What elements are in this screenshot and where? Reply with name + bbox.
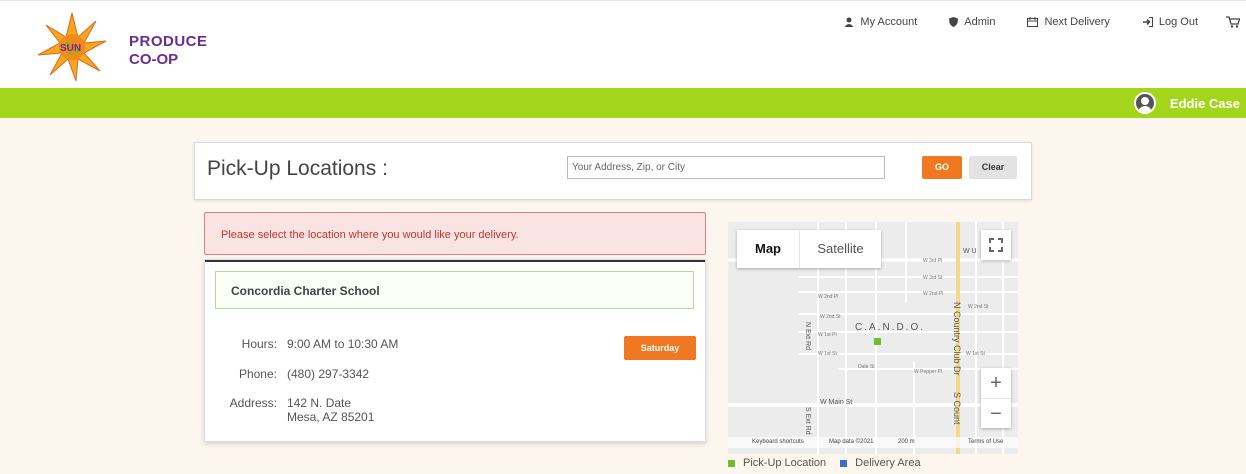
shopping-cart-icon (1226, 16, 1240, 28)
map-tab[interactable]: Map (737, 230, 799, 268)
legend-pickup: Pick-Up Location (728, 457, 826, 469)
phone-value: (480) 297-3342 (287, 367, 370, 381)
keyboard-shortcuts-link[interactable]: Keyboard shortcuts (752, 439, 804, 445)
logo-sun-text: SUN (60, 43, 81, 54)
cart-link[interactable] (1226, 16, 1246, 28)
svg-text:W 3rd St: W 3rd St (923, 275, 943, 281)
svg-text:W 2nd Pl: W 2nd Pl (818, 294, 838, 300)
svg-text:W 2nd St: W 2nd St (820, 314, 841, 320)
zoom-control: + − (981, 368, 1011, 428)
legend-delivery: Delivery Area (840, 457, 921, 469)
map-type-toggle: Map Satellite (737, 230, 881, 268)
map-data-credit: Map data ©2021 (829, 439, 874, 445)
selection-alert: Please select the location where you wou… (204, 212, 706, 255)
location-name[interactable]: Concordia Charter School (215, 271, 694, 309)
zoom-in-button[interactable]: + (981, 368, 1011, 398)
map-legend: Pick-Up Location Delivery Area (728, 457, 935, 469)
sun-logo-icon: SUN (37, 12, 107, 82)
svg-text:Date St: Date St (858, 364, 875, 370)
pickup-legend-label: Pick-Up Location (743, 457, 827, 469)
svg-text:S Count: S Count (952, 392, 962, 425)
svg-text:W 3rd Pl: W 3rd Pl (923, 258, 942, 264)
svg-text:W 1st Pl: W 1st Pl (818, 332, 837, 338)
phone-label: Phone: (238, 367, 277, 381)
avatar (1133, 92, 1156, 114)
svg-text:W Pepper Pl: W Pepper Pl (914, 369, 942, 375)
fullscreen-icon (989, 238, 1003, 252)
location-card: Concordia Charter School Hours: 9:00 AM … (204, 259, 706, 442)
svg-text:W 2nd St: W 2nd St (968, 304, 989, 310)
next-delivery-link[interactable]: Next Delivery (1027, 16, 1110, 28)
satellite-tab[interactable]: Satellite (799, 230, 881, 268)
svg-text:W 1st St: W 1st St (818, 351, 838, 357)
map-footer: Keyboard shortcuts Map data ©2021 200 m … (728, 437, 1018, 448)
sign-out-icon (1142, 17, 1153, 27)
user-name: Eddie Case (1169, 95, 1240, 111)
address-label: Address: (229, 396, 277, 410)
address-line2: Mesa, AZ 85201 (287, 410, 375, 424)
my-account-link[interactable]: My Account (844, 16, 917, 28)
admin-link[interactable]: Admin (949, 16, 995, 28)
log-out-label: Log Out (1158, 16, 1198, 28)
pickup-search-panel: Pick-Up Locations : GO Clear (194, 142, 1032, 200)
my-account-label: My Account (860, 16, 918, 28)
logo-word-coop: CO-OP (129, 51, 179, 68)
map-scale: 200 m (898, 439, 915, 445)
svg-text:N Ext Rd: N Ext Rd (804, 322, 811, 350)
page-title: Pick-Up Locations : (207, 157, 388, 180)
svg-text:W U: W U (963, 248, 977, 255)
address-search-input[interactable] (567, 156, 885, 179)
hours-label: Hours: (241, 337, 277, 351)
zoom-out-button[interactable]: − (981, 398, 1011, 428)
delivery-legend-label: Delivery Area (855, 457, 921, 469)
go-button[interactable]: GO (922, 156, 962, 179)
map-place-label: C.A.N.D.O. (855, 322, 926, 333)
svg-text:W 2nd Pl: W 2nd Pl (923, 291, 943, 297)
user-icon (844, 17, 854, 27)
user-bar: Eddie Case (0, 88, 1246, 118)
map-widget[interactable]: W 3rd Pl W 3rd St W 2nd Pl W 2nd Pl W 2n… (728, 222, 1018, 454)
calendar-icon (1027, 17, 1039, 27)
clear-button[interactable]: Clear (969, 156, 1017, 179)
produce-coop-logo[interactable]: SUN PRODUCE CO-OP (36, 9, 207, 83)
hours-value: 9:00 AM to 10:30 AM (287, 337, 399, 351)
svg-text:N Country Club Dr: N Country Club Dr (952, 302, 962, 376)
address-line1: 142 N. Date (287, 396, 352, 410)
top-navigation: My Account Admin Next Delivery Log Out (812, 16, 1246, 28)
fullscreen-button[interactable] (981, 230, 1011, 260)
svg-text:S Ext Rd: S Ext Rd (804, 407, 811, 435)
terms-of-use-link[interactable]: Terms of Use (968, 439, 1003, 445)
admin-label: Admin (964, 16, 996, 28)
logo-word-produce: PRODUCE (129, 33, 208, 50)
site-header: SUN PRODUCE CO-OP My Account Admin Next … (0, 0, 1246, 88)
pickup-legend-swatch (728, 459, 735, 467)
svg-text:W 1st St: W 1st St (966, 351, 986, 357)
user-menu[interactable]: Eddie Case (1133, 92, 1240, 114)
log-out-link[interactable]: Log Out (1142, 16, 1198, 28)
saturday-button[interactable]: Saturday (624, 336, 696, 360)
delivery-legend-swatch (840, 459, 848, 467)
svg-text:W Main St: W Main St (820, 399, 852, 406)
next-delivery-label: Next Delivery (1044, 16, 1110, 28)
shield-icon (949, 17, 959, 27)
